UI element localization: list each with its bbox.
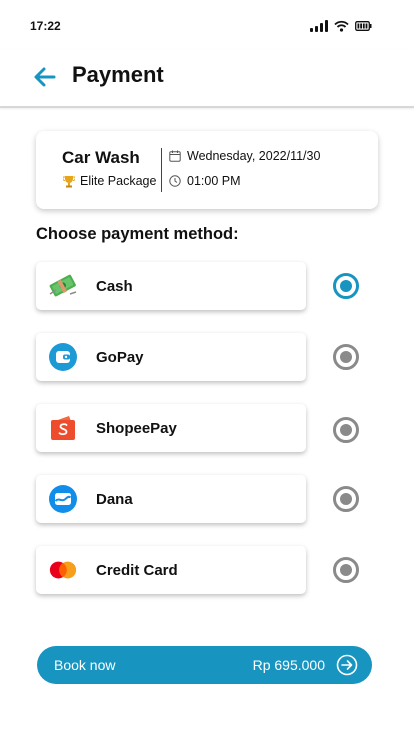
radio-shopeepay[interactable] <box>333 417 359 443</box>
status-time: 17:22 <box>30 19 61 33</box>
method-label: Cash <box>96 278 133 295</box>
trophy-icon <box>63 175 75 187</box>
total-price: Rp 695.000 <box>252 657 325 673</box>
radio-cash[interactable] <box>333 273 359 299</box>
status-icons <box>310 20 372 32</box>
payment-method-shopeepay[interactable]: ShopeePay <box>36 404 306 452</box>
payment-method-dana[interactable]: Dana <box>36 475 306 523</box>
date-row: Wednesday, 2022/11/30 <box>169 149 320 163</box>
back-arrow-icon[interactable] <box>32 64 58 90</box>
cash-icon <box>48 271 78 301</box>
radio-gopay[interactable] <box>333 344 359 370</box>
gopay-icon <box>48 342 78 372</box>
payment-method-gopay[interactable]: GoPay <box>36 333 306 381</box>
battery-icon <box>355 21 372 31</box>
wifi-icon <box>334 20 349 32</box>
clock-icon <box>169 175 181 187</box>
card-divider <box>161 148 162 192</box>
service-name: Car Wash <box>62 148 140 167</box>
dana-icon <box>48 484 78 514</box>
book-now-button[interactable]: Book now Rp 695.000 <box>37 646 372 684</box>
signal-icon <box>310 20 328 32</box>
method-label: ShopeePay <box>96 420 177 437</box>
package-name: Elite Package <box>80 174 157 188</box>
radio-credit-card[interactable] <box>333 557 359 583</box>
time-row: 01:00 PM <box>169 174 241 188</box>
calendar-icon <box>169 150 181 162</box>
method-label: Credit Card <box>96 562 178 579</box>
book-now-label: Book now <box>54 657 116 673</box>
method-label: GoPay <box>96 349 144 366</box>
payment-method-credit-card[interactable]: Credit Card <box>36 546 306 594</box>
credit-card-icon <box>48 555 78 585</box>
booking-summary-card: Car Wash Elite Package Wednesday, 2022/1… <box>36 131 378 209</box>
booking-time: 01:00 PM <box>187 174 241 188</box>
shopeepay-icon <box>48 413 78 443</box>
section-title: Choose payment method: <box>36 225 239 243</box>
arrow-right-circle-icon <box>336 654 358 676</box>
payment-method-cash[interactable]: Cash <box>36 262 306 310</box>
app-header: Payment <box>0 50 414 108</box>
method-label: Dana <box>96 491 133 508</box>
booking-date: Wednesday, 2022/11/30 <box>187 149 321 163</box>
package-row: Elite Package <box>63 174 156 188</box>
radio-dana[interactable] <box>333 486 359 512</box>
page-title: Payment <box>72 62 164 87</box>
status-bar: 17:22 <box>0 0 414 50</box>
